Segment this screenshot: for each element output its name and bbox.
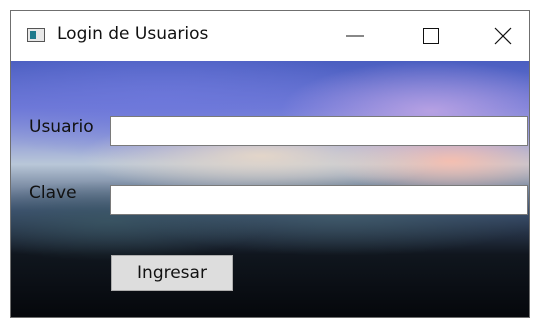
login-window: Login de Usuarios Usuario Clave Ingresar	[10, 10, 530, 318]
minimize-button[interactable]	[327, 11, 383, 61]
login-button[interactable]: Ingresar	[111, 255, 233, 291]
app-window-icon	[27, 28, 45, 42]
maximize-button[interactable]	[403, 11, 459, 61]
close-icon	[494, 27, 512, 45]
title-bar[interactable]: Login de Usuarios	[11, 11, 529, 61]
maximize-icon	[423, 28, 439, 44]
password-label: Clave	[29, 183, 77, 203]
minimize-icon	[346, 35, 364, 37]
login-form: Usuario Clave Ingresar	[11, 61, 529, 317]
user-label: Usuario	[29, 117, 94, 137]
user-input[interactable]	[110, 116, 528, 146]
window-title: Login de Usuarios	[57, 24, 209, 44]
close-button[interactable]	[475, 11, 529, 61]
password-input[interactable]	[110, 185, 528, 215]
